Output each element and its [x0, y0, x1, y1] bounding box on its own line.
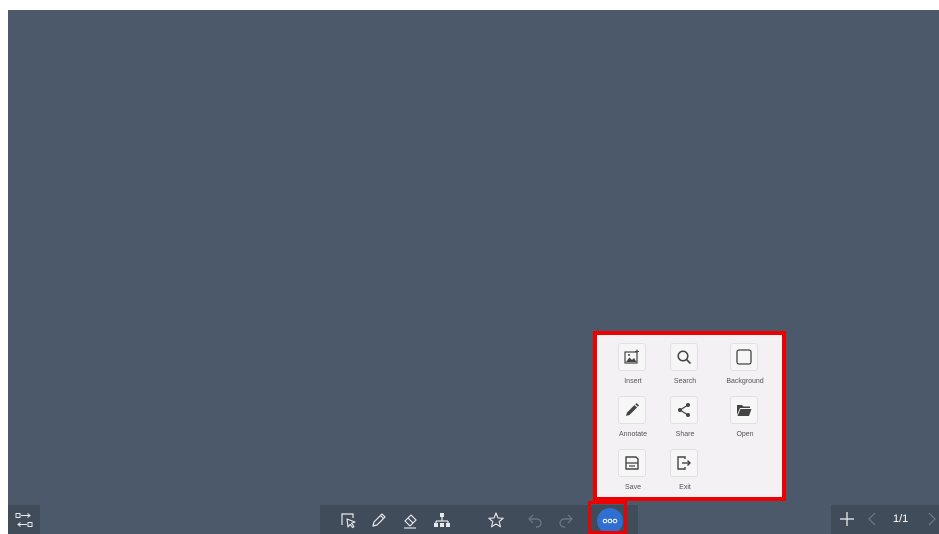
annotate-pen-icon: [618, 396, 646, 424]
eraser-tool-button[interactable]: [395, 505, 425, 534]
chevron-left-icon[interactable]: [867, 511, 877, 527]
menu-item-label: Save: [625, 484, 641, 491]
page-indicator: 1/1: [893, 513, 909, 525]
more-menu-grid: Insert Search Background Annotate Share …: [604, 340, 778, 495]
select-tool-button[interactable]: [333, 505, 363, 534]
menu-item-label: Share: [675, 431, 695, 438]
star-icon: [488, 511, 504, 527]
menu-item-open[interactable]: Open: [716, 393, 774, 443]
menu-item-label: Open: [736, 431, 754, 438]
redo-button[interactable]: [551, 505, 581, 534]
menu-item-search[interactable]: Search: [656, 340, 714, 390]
menu-item-exit[interactable]: Exit: [656, 446, 714, 496]
switch-arrows-icon: [15, 512, 33, 527]
mind-map-tool-button[interactable]: [427, 505, 457, 534]
save-icon: [618, 449, 646, 477]
insert-image-icon: [618, 343, 646, 371]
mind-map-icon: [434, 512, 450, 527]
menu-item-label: Annotate: [618, 431, 648, 438]
redo-icon: [559, 514, 573, 528]
page-navigation: 1/1: [831, 505, 939, 534]
more-button-highlight: [588, 501, 627, 534]
menu-item-label: Insert: [624, 378, 642, 385]
search-icon: [670, 343, 698, 371]
menu-item-share[interactable]: Share: [656, 393, 714, 443]
select-icon: [341, 512, 356, 528]
whiteboard-canvas[interactable]: [8, 10, 939, 534]
exit-icon: [670, 449, 698, 477]
undo-icon: [528, 514, 542, 528]
menu-item-label: Exit: [679, 484, 691, 491]
chevron-right-icon[interactable]: [927, 511, 937, 527]
menu-item-label: Search: [673, 378, 697, 385]
menu-item-insert[interactable]: Insert: [604, 340, 662, 390]
undo-button[interactable]: [520, 505, 550, 534]
pen-icon: [372, 512, 386, 527]
background-icon: [730, 343, 758, 371]
folder-open-icon: [730, 396, 758, 424]
share-icon: [670, 396, 698, 424]
add-page-icon[interactable]: [837, 509, 857, 529]
eraser-icon: [404, 513, 417, 529]
menu-item-save[interactable]: Save: [604, 446, 662, 496]
menu-item-annotate[interactable]: Annotate: [604, 393, 662, 443]
pen-tool-button[interactable]: [364, 505, 394, 534]
menu-item-background[interactable]: Background: [716, 340, 774, 390]
switch-sides-button[interactable]: [8, 505, 40, 534]
menu-item-label: Background: [726, 378, 764, 385]
favorite-tool-button[interactable]: [481, 505, 511, 534]
